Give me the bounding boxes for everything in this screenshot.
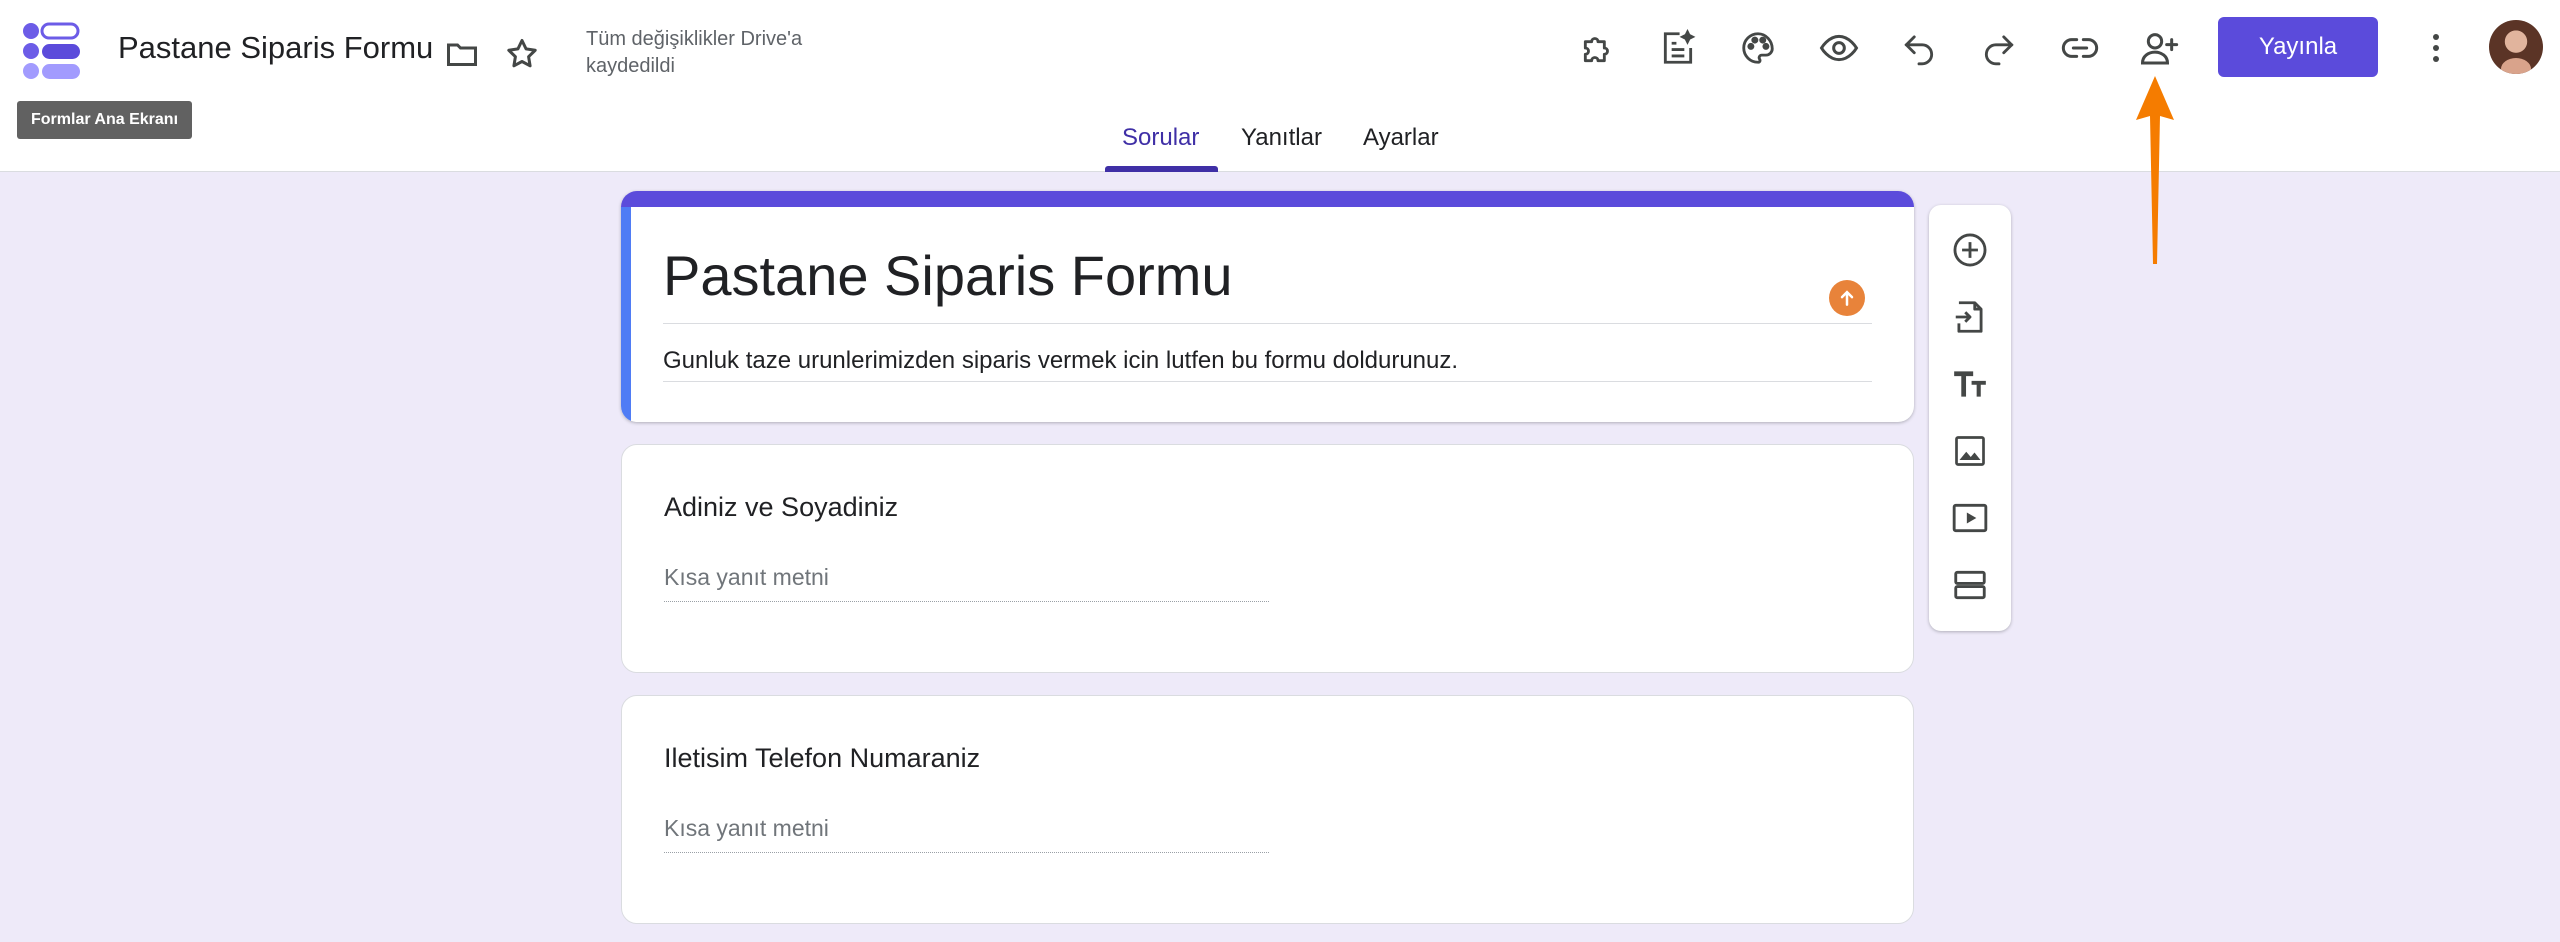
save-status: Tüm değişiklikler Drive'a kaydedildi	[586, 28, 803, 77]
form-title[interactable]: Pastane Siparis Formu	[663, 243, 1233, 308]
palette-icon[interactable]	[1732, 22, 1784, 74]
annotation-arrow	[2136, 76, 2174, 264]
short-answer-field: Kısa yanıt metni	[664, 815, 1269, 853]
forms-logo-icon[interactable]	[22, 22, 82, 80]
home-tooltip: Formlar Ana Ekranı	[17, 101, 193, 139]
short-answer-field: Kısa yanıt metni	[664, 564, 1269, 602]
folder-icon[interactable]	[438, 30, 486, 78]
divider	[663, 381, 1872, 382]
divider	[663, 323, 1872, 324]
add-image-icon[interactable]	[1940, 421, 2000, 481]
link-icon[interactable]	[2054, 22, 2106, 74]
floating-toolbar	[1929, 205, 2011, 631]
publish-button[interactable]: Yayınla	[2218, 17, 2378, 77]
question-card[interactable]: Iletisim Telefon Numaraniz Kısa yanıt me…	[621, 695, 1914, 924]
tab-settings[interactable]: Ayarlar	[1363, 124, 1439, 152]
redo-icon[interactable]	[1973, 22, 2025, 74]
star-icon[interactable]	[498, 30, 546, 78]
add-video-icon[interactable]	[1940, 488, 2000, 548]
selected-indicator	[621, 207, 631, 422]
person-add-icon[interactable]	[2134, 22, 2186, 74]
tab-questions[interactable]: Sorular	[1122, 124, 1199, 152]
active-tab-indicator	[1105, 166, 1218, 172]
add-title-icon[interactable]	[1940, 354, 2000, 414]
user-avatar[interactable]	[2489, 20, 2543, 74]
question-title[interactable]: Adiniz ve Soyadiniz	[664, 492, 898, 523]
eye-icon[interactable]	[1813, 22, 1865, 74]
form-description[interactable]: Gunluk taze urunlerimizden siparis verme…	[663, 347, 1458, 375]
undo-icon[interactable]	[1893, 22, 1945, 74]
upload-icon[interactable]	[1829, 280, 1865, 316]
question-card[interactable]: Adiniz ve Soyadiniz Kısa yanıt metni	[621, 444, 1914, 673]
document-title[interactable]: Pastane Siparis Formu	[118, 30, 433, 66]
tab-responses[interactable]: Yanıtlar	[1241, 124, 1322, 152]
add-section-icon[interactable]	[1940, 555, 2000, 615]
add-question-icon[interactable]	[1940, 220, 2000, 280]
sparkle-list-icon[interactable]	[1652, 22, 1704, 74]
more-vert-icon[interactable]	[2414, 22, 2458, 74]
import-questions-icon[interactable]	[1940, 287, 2000, 347]
question-title[interactable]: Iletisim Telefon Numaraniz	[664, 743, 980, 774]
theme-bar	[621, 191, 1914, 207]
puzzle-icon[interactable]	[1572, 22, 1624, 74]
form-header-card[interactable]: Pastane Siparis Formu Gunluk taze urunle…	[621, 191, 1914, 422]
